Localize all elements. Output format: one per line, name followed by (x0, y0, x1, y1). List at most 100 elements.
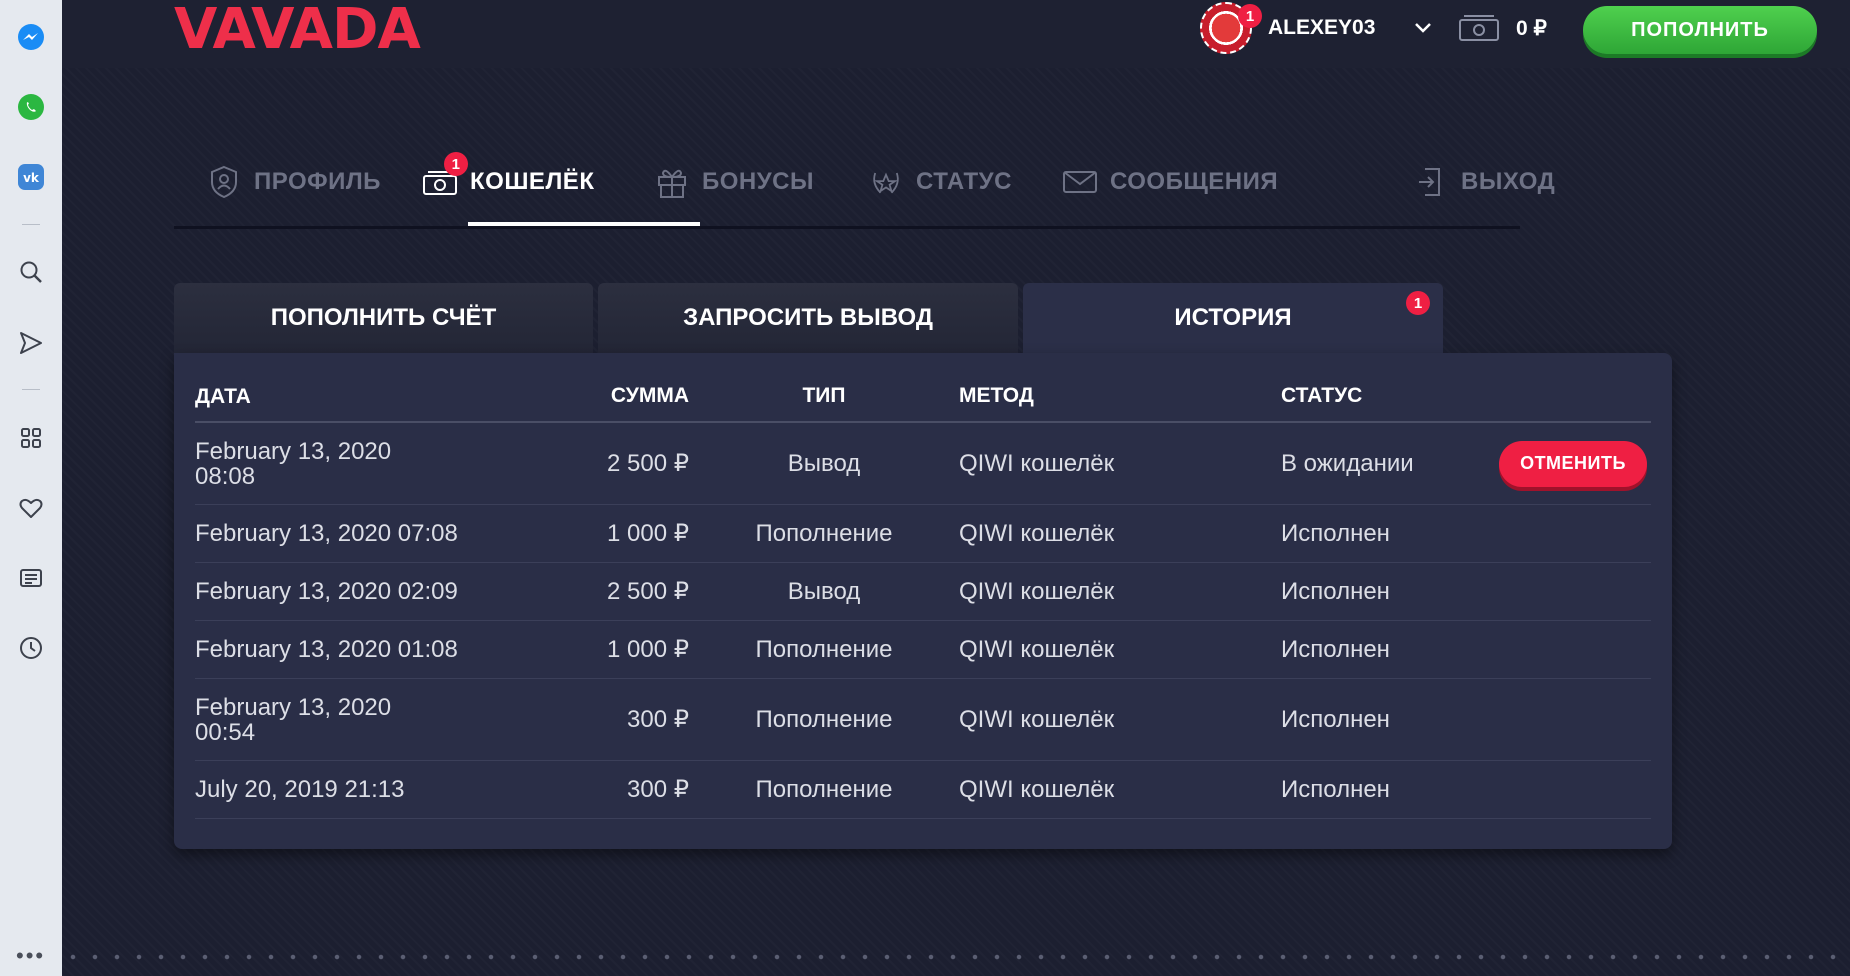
column-date: ДАТА (195, 371, 589, 423)
date-text: February 13, 2020 (195, 437, 392, 465)
history-panel: ДАТА СУММА ТИП МЕТОД СТАТУС February 13,… (174, 353, 1672, 849)
messenger-icon[interactable] (15, 21, 47, 53)
action-cell (1489, 620, 1651, 679)
site-header: VAVADA 1 ALEXEY03 0 ₽ ПОПОЛНИТЬ (62, 0, 1850, 68)
status-cell: Исполнен (1281, 620, 1489, 679)
apps-icon[interactable] (15, 422, 47, 454)
search-icon[interactable] (15, 256, 47, 288)
column-type: ТИП (689, 371, 959, 423)
account-nav: ПРОФИЛЬ 1 КОШЕЛЁК БОНУСЫ СТАТУС СООБЩЕНИ… (174, 150, 1555, 229)
amount-cell: 2 500 ₽ (589, 422, 689, 505)
subtab-history-label: ИСТОРИЯ (1174, 304, 1292, 331)
column-amount: СУММА (589, 371, 689, 423)
news-icon[interactable] (15, 562, 47, 594)
table-row: February 13, 2020 02:09 2 500 ₽ Вывод QI… (195, 562, 1651, 621)
wallet-icon: 1 (422, 152, 468, 200)
action-cell (1489, 562, 1651, 621)
time-text: 00:54 (195, 718, 256, 746)
subtab-withdraw-label: ЗАПРОСИТЬ ВЫВОД (683, 304, 933, 331)
amount-cell: 1 000 ₽ (589, 620, 689, 679)
method-cell: QIWI кошелёк (959, 562, 1281, 621)
balance: 0 ₽ (1516, 17, 1547, 40)
decorative-divider (62, 952, 1850, 962)
amount-cell: 300 ₽ (589, 678, 689, 761)
method-cell: QIWI кошелёк (959, 422, 1281, 505)
subtab-withdraw[interactable]: ЗАПРОСИТЬ ВЫВОД (598, 283, 1018, 353)
date-text: February 13, 2020 (195, 693, 392, 721)
notification-badge: 1 (1238, 4, 1262, 28)
more-icon[interactable]: ••• (16, 945, 45, 967)
send-icon[interactable] (15, 327, 47, 359)
cancel-button[interactable]: ОТМЕНИТЬ (1499, 440, 1647, 487)
status-cell: Исполнен (1281, 678, 1489, 761)
action-cell: ОТМЕНИТЬ (1489, 422, 1651, 505)
date-cell: July 20, 2019 21:13 (195, 760, 589, 819)
gift-icon (654, 164, 690, 200)
action-cell (1489, 678, 1651, 761)
subtab-deposit[interactable]: ПОПОЛНИТЬ СЧЁТ (174, 283, 593, 353)
whatsapp-icon[interactable] (15, 91, 47, 123)
svg-text:vk: vk (23, 171, 40, 185)
tab-profile-label: ПРОФИЛЬ (254, 168, 381, 195)
history-badge: 1 (1406, 291, 1430, 315)
main-area: VAVADA 1 ALEXEY03 0 ₽ ПОПОЛНИТЬ ПРОФИЛЬ … (62, 0, 1850, 976)
column-status: СТАТУС (1281, 371, 1489, 423)
tab-profile[interactable]: ПРОФИЛЬ (206, 164, 381, 200)
history-icon[interactable] (15, 632, 47, 664)
method-cell: QIWI кошелёк (959, 678, 1281, 761)
site-logo[interactable]: VAVADA (174, 2, 421, 58)
type-cell: Вывод (689, 422, 959, 505)
status-cell: В ожидании (1281, 422, 1489, 505)
heart-icon[interactable] (15, 492, 47, 524)
deposit-button[interactable]: ПОПОЛНИТЬ (1583, 6, 1817, 54)
table-row: February 13, 2020 08:08 2 500 ₽ Вывод QI… (195, 422, 1651, 505)
date-cell: February 13, 2020 08:08 (195, 422, 589, 505)
action-cell (1489, 760, 1651, 819)
table-row: February 13, 2020 00:54 300 ₽ Пополнение… (195, 678, 1651, 761)
active-tab-indicator (468, 222, 700, 226)
tab-logout[interactable]: ВЫХОД (1413, 164, 1555, 200)
date-cell: February 13, 2020 02:09 (195, 562, 589, 621)
wallet-icon (1457, 14, 1501, 49)
type-cell: Пополнение (689, 620, 959, 679)
column-method: МЕТОД (959, 371, 1281, 423)
table-header: ДАТА СУММА ТИП МЕТОД СТАТУС (195, 371, 1651, 423)
amount-cell: 300 ₽ (589, 760, 689, 819)
method-cell: QIWI кошелёк (959, 760, 1281, 819)
status-cell: Исполнен (1281, 760, 1489, 819)
tab-status-label: СТАТУС (916, 168, 1012, 195)
subtab-deposit-label: ПОПОЛНИТЬ СЧЁТ (270, 304, 497, 331)
table-row: February 13, 2020 07:08 1 000 ₽ Пополнен… (195, 504, 1651, 563)
tab-messages-label: СООБЩЕНИЯ (1110, 168, 1279, 195)
history-table: ДАТА СУММА ТИП МЕТОД СТАТУС February 13,… (195, 371, 1651, 819)
vk-icon[interactable]: vk (15, 161, 47, 193)
username[interactable]: ALEXEY03 (1268, 16, 1375, 40)
action-cell (1489, 504, 1651, 563)
method-cell: QIWI кошелёк (959, 620, 1281, 679)
table-row: July 20, 2019 21:13 300 ₽ Пополнение QIW… (195, 760, 1651, 819)
logout-icon (1413, 164, 1449, 200)
tab-status[interactable]: СТАТУС (868, 164, 1012, 200)
type-cell: Пополнение (689, 504, 959, 563)
status-cell: Исполнен (1281, 562, 1489, 621)
tab-bonuses-label: БОНУСЫ (702, 168, 815, 195)
date-cell: February 13, 2020 07:08 (195, 504, 589, 563)
envelope-icon (1062, 164, 1098, 200)
tab-logout-label: ВЫХОД (1461, 168, 1556, 195)
browser-sidebar: vk ••• (0, 0, 63, 976)
type-cell: Пополнение (689, 678, 959, 761)
chevron-down-icon[interactable] (1412, 16, 1434, 43)
column-action (1489, 371, 1651, 423)
tab-wallet[interactable]: 1 КОШЕЛЁК (422, 152, 594, 200)
amount-cell: 2 500 ₽ (589, 562, 689, 621)
tab-messages[interactable]: СООБЩЕНИЯ (1062, 164, 1278, 200)
date-cell: February 13, 2020 01:08 (195, 620, 589, 679)
subtab-history[interactable]: ИСТОРИЯ 1 (1023, 283, 1443, 353)
shield-icon (206, 164, 242, 200)
method-cell: QIWI кошелёк (959, 504, 1281, 563)
type-cell: Пополнение (689, 760, 959, 819)
table-row: February 13, 2020 01:08 1 000 ₽ Пополнен… (195, 620, 1651, 679)
time-text: 08:08 (195, 462, 256, 490)
wallet-badge: 1 (444, 152, 468, 176)
tab-bonuses[interactable]: БОНУСЫ (654, 164, 814, 200)
